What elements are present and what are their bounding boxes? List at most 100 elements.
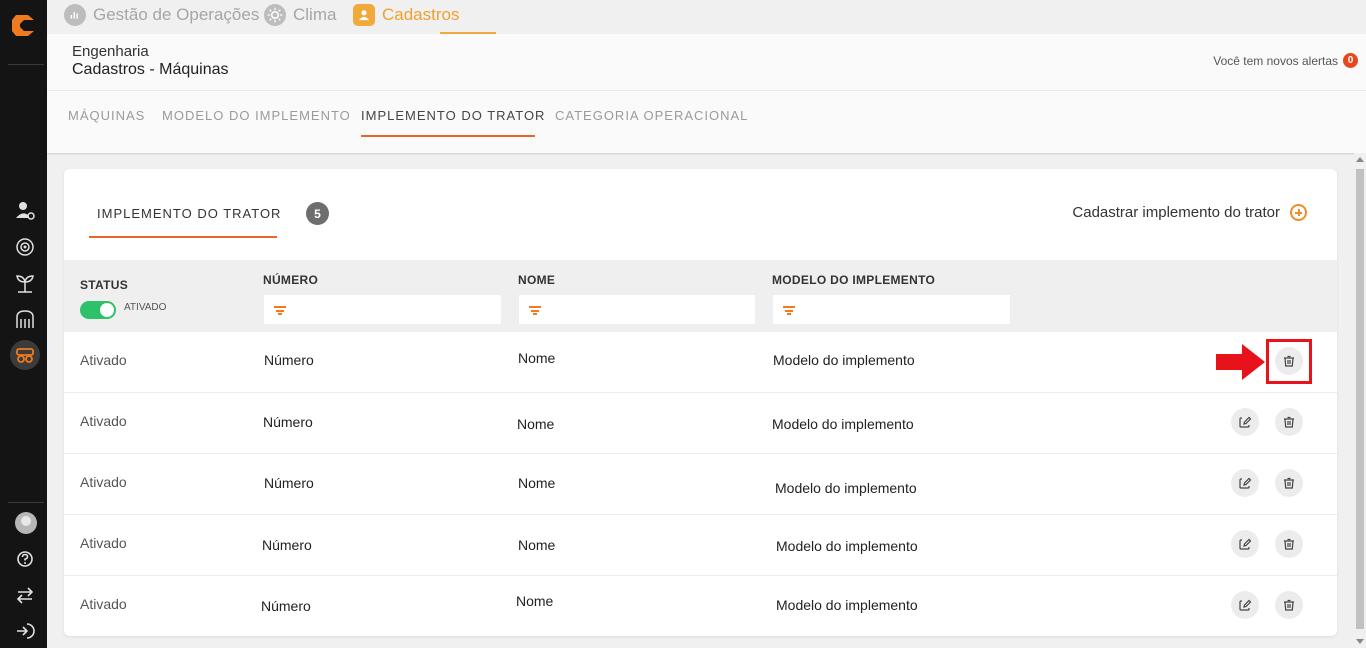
plant-icon[interactable] — [12, 270, 38, 296]
status-toggle[interactable] — [80, 301, 116, 319]
cell-nome: Nome — [518, 350, 556, 366]
header-modelo: MODELO DO IMPLEMENTO — [772, 273, 936, 287]
delete-button[interactable] — [1275, 469, 1303, 497]
silo-icon[interactable] — [12, 306, 38, 332]
rail-divider — [8, 502, 44, 503]
logout-icon[interactable] — [12, 618, 38, 644]
delete-button[interactable] — [1275, 530, 1303, 558]
cell-status: Ativado — [80, 352, 127, 368]
trash-icon — [1284, 416, 1294, 428]
cell-nome: Nome — [518, 475, 556, 491]
table-row[interactable]: Ativado Número Nome Modelo do implemento — [64, 576, 1337, 637]
alerts-text: Você tem novos alertas — [1213, 53, 1338, 68]
plus-circle-icon — [1290, 204, 1307, 221]
rail-divider — [8, 64, 44, 65]
trash-icon — [1284, 477, 1294, 489]
module-label: Gestão de Operações — [93, 5, 260, 24]
cell-status: Ativado — [80, 596, 127, 612]
header-nome: NOME — [518, 273, 556, 287]
tractor-icon[interactable] — [10, 340, 40, 370]
highlight-box — [1266, 339, 1312, 384]
cell-numero: Número — [261, 598, 311, 614]
delete-button[interactable] — [1275, 591, 1303, 619]
table-row[interactable]: Ativado Número Nome Modelo do implemento — [64, 393, 1337, 454]
trash-icon — [1284, 599, 1294, 611]
help-icon[interactable] — [12, 546, 38, 572]
register-label: Cadastrar implemento do trator — [1072, 204, 1280, 221]
cell-numero: Número — [262, 537, 312, 553]
cell-status: Ativado — [80, 535, 127, 551]
filter-icon — [274, 306, 286, 315]
tab-categoria-operacional[interactable]: CATEGORIA OPERACIONAL — [555, 108, 748, 123]
scrollbar-thumb[interactable] — [1356, 169, 1364, 629]
cell-numero: Número — [263, 414, 313, 430]
tab-implemento-trator[interactable]: IMPLEMENTO DO TRATOR — [361, 108, 545, 123]
module-clima[interactable]: Clima — [264, 3, 336, 27]
switch-icon[interactable] — [12, 582, 38, 608]
trash-icon — [1284, 538, 1294, 550]
header-status: STATUS — [80, 278, 129, 292]
cell-nome: Nome — [516, 593, 554, 609]
left-rail — [0, 0, 47, 648]
scroll-down-icon[interactable] — [1356, 639, 1364, 644]
cell-modelo: Modelo do implemento — [776, 597, 918, 613]
cell-status: Ativado — [80, 413, 127, 429]
edit-button[interactable] — [1231, 469, 1259, 497]
alerts-count-badge: 0 — [1343, 53, 1358, 68]
chart-icon — [64, 4, 86, 26]
content-card: IMPLEMENTO DO TRATOR 5 Cadastrar impleme… — [64, 169, 1337, 636]
filter-icon — [783, 306, 795, 315]
cell-numero: Número — [264, 352, 314, 368]
breadcrumb-parent[interactable]: Engenharia — [72, 43, 149, 60]
scrollbar[interactable] — [1354, 153, 1366, 648]
cell-modelo: Modelo do implemento — [772, 416, 914, 432]
cell-modelo: Modelo do implemento — [776, 538, 918, 554]
cell-modelo: Modelo do implemento — [775, 480, 917, 496]
delete-button[interactable] — [1275, 408, 1303, 436]
edit-button[interactable] — [1231, 530, 1259, 558]
module-label: Clima — [293, 5, 337, 24]
filter-numero-input[interactable] — [263, 294, 502, 325]
edit-icon — [1239, 477, 1252, 489]
table-header: STATUS ATIVADO NÚMERO NOME MODELO DO IMP… — [64, 260, 1337, 332]
cell-numero: Número — [264, 475, 314, 491]
red-arrow-icon — [1216, 344, 1265, 380]
filter-modelo-input[interactable] — [772, 294, 1011, 325]
filter-icon — [529, 306, 541, 315]
module-label: Cadastros — [382, 5, 460, 24]
table-row[interactable]: Ativado Número Nome Modelo do implemento — [64, 332, 1337, 393]
scroll-up-icon[interactable] — [1356, 157, 1364, 162]
filter-nome-input[interactable] — [518, 294, 756, 325]
table-row[interactable]: Ativado Número Nome Modelo do implemento — [64, 515, 1337, 576]
module-cadastros[interactable]: Cadastros — [353, 3, 459, 27]
card-tab-implemento-trator[interactable]: IMPLEMENTO DO TRATOR — [97, 206, 281, 221]
register-button[interactable]: Cadastrar implemento do trator — [1072, 204, 1307, 221]
alerts-notice[interactable]: Você tem novos alertas 0 — [1213, 53, 1358, 68]
user-icon — [353, 4, 375, 26]
app-logo-icon[interactable] — [10, 11, 38, 39]
tab-maquinas[interactable]: MÁQUINAS — [68, 108, 145, 123]
tab-modelo-implemento[interactable]: MODELO DO IMPLEMENTO — [162, 108, 351, 123]
page-title: Cadastros - Máquinas — [72, 61, 229, 78]
cell-modelo: Modelo do implemento — [773, 352, 915, 368]
table-row[interactable]: Ativado Número Nome Modelo do implemento — [64, 454, 1337, 515]
edit-icon — [1239, 599, 1252, 611]
module-gestao-operacoes[interactable]: Gestão de Operações — [64, 3, 259, 27]
target-icon[interactable] — [12, 234, 38, 260]
header-numero: NÚMERO — [263, 273, 319, 287]
sun-icon — [264, 4, 286, 26]
sub-tabs: MÁQUINAS MODELO DO IMPLEMENTO IMPLEMENTO… — [47, 91, 1366, 153]
edit-icon — [1239, 416, 1252, 428]
count-badge: 5 — [306, 202, 329, 225]
edit-button[interactable] — [1231, 408, 1259, 436]
user-gear-icon[interactable] — [12, 198, 38, 224]
edit-button[interactable] — [1231, 591, 1259, 619]
module-bar: Gestão de Operações Clima Cadastros — [47, 0, 1366, 34]
avatar[interactable] — [15, 512, 37, 534]
card-tab-indicator — [89, 236, 277, 238]
cell-nome: Nome — [518, 537, 556, 553]
cell-status: Ativado — [80, 474, 127, 490]
status-toggle-label: ATIVADO — [124, 302, 167, 313]
cell-nome: Nome — [517, 416, 555, 432]
tab-active-indicator — [361, 135, 535, 137]
